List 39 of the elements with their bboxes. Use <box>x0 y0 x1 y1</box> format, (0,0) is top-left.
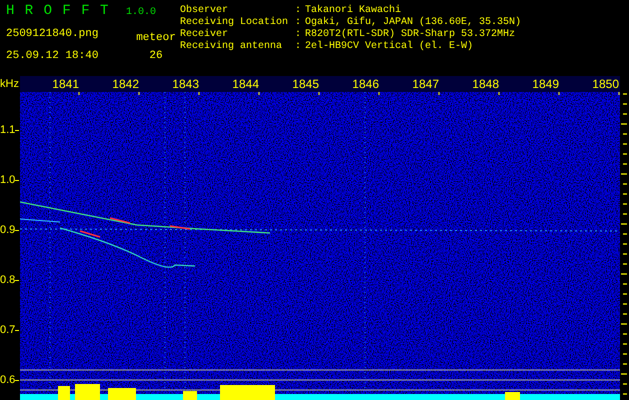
tick-mark <box>15 280 19 281</box>
time-label: 1841 <box>51 76 80 92</box>
unit-label: kHz <box>0 77 20 92</box>
frequency-label: 0.8 <box>0 274 16 286</box>
frequency-label: 1.1 <box>0 124 16 136</box>
separator: : <box>295 29 302 41</box>
time-label: 1850 <box>591 76 620 92</box>
tick-mark <box>15 380 19 381</box>
frequency-label: 0.9 <box>0 224 16 236</box>
station-label: Receiving Location <box>180 17 290 28</box>
station-label: Observer <box>180 5 230 16</box>
separator: : <box>295 17 302 29</box>
time-label: 1844 <box>231 76 260 92</box>
app-title: H R O F F T <box>6 3 110 21</box>
station-value: Ogaki, Gifu, JAPAN (136.60E, 35.35N) <box>305 17 522 28</box>
time-label: 1848 <box>471 76 500 92</box>
time-label: 1849 <box>531 76 560 92</box>
station-label: Receiver <box>180 29 230 40</box>
tick-mark <box>15 330 19 331</box>
frequency-label: 0.7 <box>0 324 16 336</box>
time-label: 1847 <box>411 76 440 92</box>
time-label: 1842 <box>111 76 140 92</box>
station-value: R820T2(RTL-SDR) SDR-Sharp 53.372MHz <box>305 29 516 40</box>
detection-count: 26 <box>148 49 164 63</box>
frequency-label: 0.6 <box>0 374 16 386</box>
separator: : <box>295 5 302 17</box>
time-label: 1845 <box>291 76 320 92</box>
station-value: Takanori Kawachi <box>305 5 402 16</box>
file-datetime: 25.09.12 18:40 <box>6 49 100 63</box>
station-label: Receiving antenna <box>180 41 284 53</box>
time-label: 1846 <box>351 76 380 92</box>
separator: : <box>295 41 302 53</box>
station-value: 2el-HB9CV Vertical (el. E-W) <box>305 41 474 53</box>
file-name: 2509121840.png <box>6 27 100 41</box>
time-label: 1843 <box>171 76 200 92</box>
tick-mark <box>15 180 19 181</box>
frequency-label: 1.0 <box>0 174 16 186</box>
tick-mark <box>15 130 19 131</box>
tick-mark <box>15 230 19 231</box>
